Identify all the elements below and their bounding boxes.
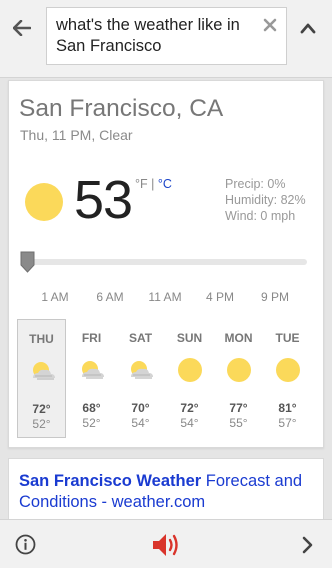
- forecast-high: 72°: [180, 401, 199, 415]
- forecast-low: 52°: [82, 416, 101, 430]
- forecast-low: 54°: [180, 416, 199, 430]
- chevron-up-icon: [300, 23, 316, 34]
- back-button[interactable]: [8, 14, 36, 42]
- weather-location: San Francisco, CA: [19, 95, 224, 122]
- forecast-day-sun[interactable]: SUN 72° 54°: [165, 319, 214, 438]
- speaker-button[interactable]: [150, 530, 182, 560]
- close-icon: [263, 18, 277, 32]
- speaker-icon: [153, 534, 178, 556]
- time-label: 11 AM: [148, 290, 182, 304]
- weather-details: Precip: 0% Humidity: 82% Wind: 0 mph: [225, 176, 306, 224]
- sunny-icon: [227, 358, 251, 382]
- forecast-low: 54°: [131, 416, 150, 430]
- sunny-icon: [25, 183, 63, 221]
- chevron-right-icon: [302, 536, 313, 554]
- precip-text: Precip: 0%: [225, 177, 286, 191]
- current-temperature: 53: [74, 170, 133, 230]
- weather-conditions-line: Thu, 11 PM, Clear: [20, 127, 133, 143]
- daily-forecast: THU 72° 52° FRI 68° 52° SAT 70° 54° SUN …: [17, 319, 317, 439]
- forecast-day-mon[interactable]: MON 77° 55°: [214, 319, 263, 438]
- forecast-day-tue[interactable]: TUE 81° 57°: [263, 319, 312, 438]
- clear-search-button[interactable]: [262, 17, 278, 33]
- forecast-day-name: FRI: [81, 331, 102, 345]
- unit-separator: |: [147, 177, 158, 191]
- forecast-low: 57°: [278, 416, 297, 430]
- forecast-day-name: MON: [224, 331, 253, 345]
- forecast-day-fri[interactable]: FRI 68° 52°: [67, 319, 116, 438]
- partly-cloudy-icon: [82, 361, 104, 379]
- sunny-icon: [276, 358, 300, 382]
- forecast-low: 55°: [229, 416, 248, 430]
- unit-celsius-link[interactable]: °C: [158, 177, 172, 191]
- top-search-bar: what's the weather like in San Francisco: [0, 0, 332, 78]
- partly-cloudy-icon: [33, 362, 55, 380]
- temperature-units: °F | °C: [135, 177, 172, 191]
- next-button[interactable]: [298, 535, 316, 555]
- hour-slider-track[interactable]: [23, 259, 307, 265]
- hour-time-labels: 1 AM 6 AM 11 AM 4 PM 9 PM: [9, 290, 325, 304]
- result-title-bold: San Francisco Weather: [19, 472, 202, 490]
- time-label: 9 PM: [260, 290, 290, 304]
- forecast-day-name: SUN: [176, 331, 203, 345]
- info-icon: [15, 534, 36, 555]
- search-query-text: what's the weather like in San Francisco: [56, 16, 240, 55]
- forecast-day-thu[interactable]: THU 72° 52°: [17, 319, 66, 438]
- back-arrow-icon: [13, 20, 31, 36]
- partly-cloudy-icon: [131, 361, 153, 379]
- forecast-high: 70°: [131, 401, 150, 415]
- bottom-bar: [0, 519, 332, 568]
- time-label: 1 AM: [41, 290, 69, 304]
- sunny-icon: [178, 358, 202, 382]
- unit-fahrenheit[interactable]: °F: [135, 177, 148, 191]
- forecast-low: 52°: [32, 417, 51, 431]
- time-label: 6 AM: [96, 290, 124, 304]
- forecast-high: 68°: [82, 401, 101, 415]
- forecast-high: 77°: [229, 401, 248, 415]
- forecast-high: 81°: [278, 401, 297, 415]
- search-input[interactable]: what's the weather like in San Francisco: [46, 7, 287, 65]
- weather-card: San Francisco, CA Thu, 11 PM, Clear 53 °…: [8, 80, 324, 448]
- forecast-day-name: SAT: [128, 331, 153, 345]
- humidity-text: Humidity: 82%: [225, 193, 306, 207]
- time-label: 4 PM: [205, 290, 235, 304]
- slider-handle-icon: [20, 251, 35, 273]
- forecast-high: 72°: [32, 402, 51, 416]
- search-result-link[interactable]: San Francisco Weather Forecast and Condi…: [19, 471, 315, 513]
- hour-slider-handle[interactable]: [20, 251, 35, 273]
- search-result-card: San Francisco Weather Forecast and Condi…: [8, 458, 324, 522]
- forecast-day-sat[interactable]: SAT 70° 54°: [116, 319, 165, 438]
- info-button[interactable]: [15, 534, 36, 555]
- forecast-day-name: TUE: [275, 331, 300, 345]
- wind-text: Wind: 0 mph: [225, 209, 296, 223]
- forecast-day-name: THU: [29, 332, 54, 346]
- collapse-up-button[interactable]: [294, 14, 322, 42]
